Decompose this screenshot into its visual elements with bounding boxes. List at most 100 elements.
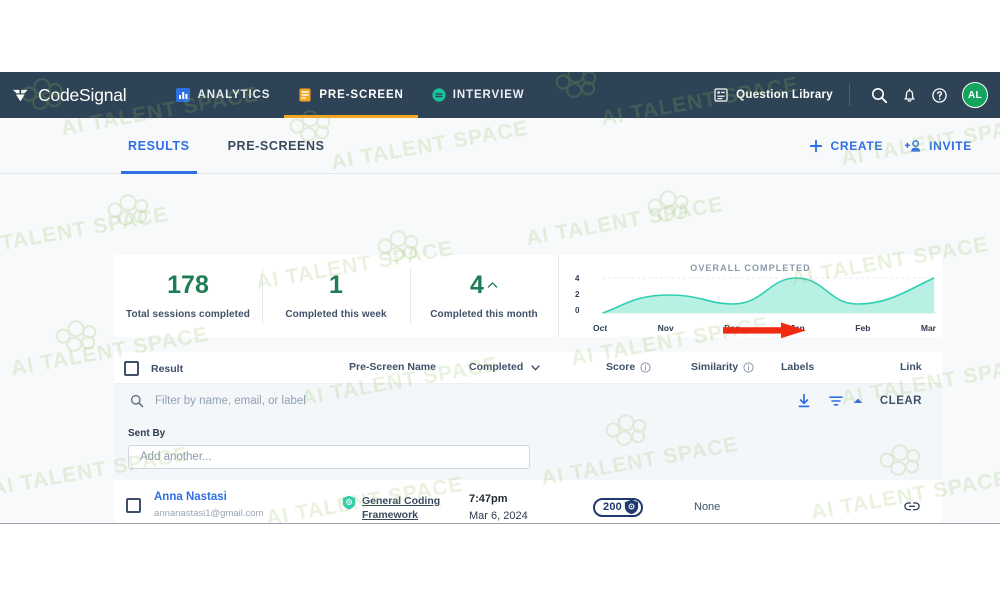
divider	[849, 84, 850, 106]
column-score: Score	[606, 361, 651, 373]
score-value: 200	[603, 501, 622, 513]
search-input[interactable]	[155, 395, 495, 407]
codesignal-logo-icon	[12, 89, 28, 101]
invite-button-label: INVITE	[929, 138, 972, 153]
column-labels-label: Labels	[781, 361, 815, 373]
question-library-label: Question Library	[736, 89, 833, 101]
column-similarity-label: Similarity	[691, 361, 739, 373]
stat-total-sessions-value: 178	[167, 270, 209, 299]
trend-up-icon	[487, 281, 498, 288]
results-table-body: Anna Nastasi annanastasi1@gmail.com Gene…	[114, 480, 942, 523]
stats-panel: 178 Total sessions completed 1 Completed…	[114, 255, 942, 337]
column-completed[interactable]: Completed	[469, 361, 540, 373]
score-badge: 200	[593, 497, 643, 517]
info-icon[interactable]	[743, 361, 754, 373]
chat-bubble-icon	[432, 88, 446, 102]
nav-item-analytics-label: ANALYTICS	[197, 89, 271, 101]
column-score-label: Score	[606, 361, 636, 373]
stat-completed-month-label: Completed this month	[430, 308, 538, 320]
search-icon	[130, 394, 144, 408]
table-row[interactable]: Anna Nastasi annanastasi1@gmail.com Gene…	[114, 480, 942, 523]
nav-item-pre-screen[interactable]: PRE-SCREEN	[284, 72, 419, 118]
sent-by-section: Sent By	[114, 418, 942, 480]
column-labels: Labels	[781, 361, 814, 373]
avatar-initials: AL	[968, 89, 982, 101]
stat-completed-week: 1 Completed this week	[262, 255, 410, 337]
clipboard-icon	[299, 88, 311, 102]
invite-button[interactable]: INVITE	[905, 139, 972, 153]
filter-bar: CLEAR	[114, 384, 942, 418]
create-button-label: CREATE	[830, 138, 884, 153]
nav-item-analytics[interactable]: ANALYTICS	[162, 72, 284, 118]
clear-button[interactable]: CLEAR	[880, 395, 922, 407]
help-icon[interactable]	[924, 80, 954, 110]
proctor-shield-icon	[624, 499, 639, 515]
score-cell: 200	[593, 497, 643, 517]
tab-pre-screens-label: PRE-SCREENS	[227, 138, 325, 153]
sent-by-field[interactable]	[128, 445, 530, 469]
chart-ytick-4: 4	[575, 274, 580, 283]
tab-results[interactable]: RESULTS	[121, 118, 197, 174]
avatar[interactable]: AL	[962, 82, 988, 108]
stat-total-sessions: 178 Total sessions completed	[114, 255, 262, 337]
plus-icon	[810, 139, 823, 152]
filter-input-wrap	[130, 394, 796, 408]
stat-completed-month: 4 Completed this month	[410, 255, 558, 337]
create-button[interactable]: CREATE	[809, 139, 883, 153]
tab-results-label: RESULTS	[128, 138, 190, 153]
completed-time: 7:47pm	[469, 493, 508, 505]
stat-completed-week-label: Completed this week	[285, 308, 387, 320]
chart-area-series	[602, 277, 936, 314]
sent-by-input[interactable]	[140, 451, 518, 463]
candidate-name[interactable]: Anna Nastasi	[154, 491, 263, 503]
chart-title: OVERALL COMPLETED	[690, 263, 811, 273]
add-user-icon	[905, 139, 921, 152]
search-icon[interactable]	[864, 80, 894, 110]
screenshot-bottom-edge	[0, 523, 1000, 524]
chart-xtick-nov: Nov	[657, 323, 674, 333]
primary-nav-items: ANALYTICS PRE-SCREEN INTERVIEW	[162, 72, 538, 118]
bell-icon[interactable]	[894, 80, 924, 110]
prescreen-name[interactable]: General Coding Framework	[362, 494, 458, 522]
column-prescreen-name[interactable]: Pre-Screen Name	[349, 361, 436, 373]
top-navigation-bar: CodeSignal ANALYTICS PRE-SCREEN INTERVIE…	[0, 72, 1000, 118]
tab-pre-screens[interactable]: PRE-SCREENS	[224, 118, 329, 174]
column-completed-label: Completed	[469, 361, 524, 373]
stat-completed-week-value: 1	[329, 270, 343, 299]
caret-up-icon[interactable]	[852, 395, 864, 407]
sent-by-label: Sent By	[128, 428, 166, 439]
info-icon[interactable]	[640, 361, 651, 373]
link-icon[interactable]	[904, 500, 920, 518]
chart-ytick-2: 2	[575, 290, 580, 299]
caret-down-icon	[531, 364, 540, 370]
select-all-checkbox[interactable]	[124, 361, 139, 376]
app-window: CodeSignal ANALYTICS PRE-SCREEN INTERVIE…	[0, 72, 1000, 523]
chart-xtick-feb: Feb	[855, 323, 871, 333]
question-library-button[interactable]: Question Library	[714, 88, 849, 102]
sub-navigation-bar: RESULTS PRE-SCREENS CREATE INVITE	[0, 118, 1000, 174]
codesignal-logo[interactable]: CodeSignal	[12, 84, 127, 106]
column-link-label: Link	[900, 361, 922, 373]
proctor-shield-icon	[342, 495, 356, 510]
chart-xtick-oct: Oct	[593, 323, 608, 333]
nav-item-pre-screen-label: PRE-SCREEN	[319, 89, 404, 101]
filter-icon[interactable]	[828, 393, 844, 409]
prescreen-cell: General Coding Framework	[342, 494, 458, 522]
table-header: Result Pre-Screen Name Completed Score S…	[114, 352, 942, 384]
stat-completed-month-value: 4	[470, 270, 484, 299]
brand-name: CodeSignal	[38, 84, 127, 105]
sub-nav-actions: CREATE INVITE	[809, 139, 972, 153]
book-icon	[714, 88, 728, 102]
stat-total-sessions-label: Total sessions completed	[126, 308, 250, 320]
row-checkbox[interactable]	[126, 498, 141, 513]
completed-date: Mar 6, 2024	[469, 510, 528, 522]
filter-actions: CLEAR	[796, 393, 922, 409]
download-icon[interactable]	[796, 393, 812, 409]
column-link: Link	[900, 361, 922, 373]
nav-item-interview[interactable]: INTERVIEW	[418, 72, 539, 118]
nav-item-interview-label: INTERVIEW	[452, 89, 525, 101]
stats-group: 178 Total sessions completed 1 Completed…	[114, 255, 558, 337]
annotation-arrow	[723, 322, 807, 339]
candidate-email: annanastasi1@gmail.com	[154, 508, 264, 519]
column-result: Result	[124, 361, 183, 376]
